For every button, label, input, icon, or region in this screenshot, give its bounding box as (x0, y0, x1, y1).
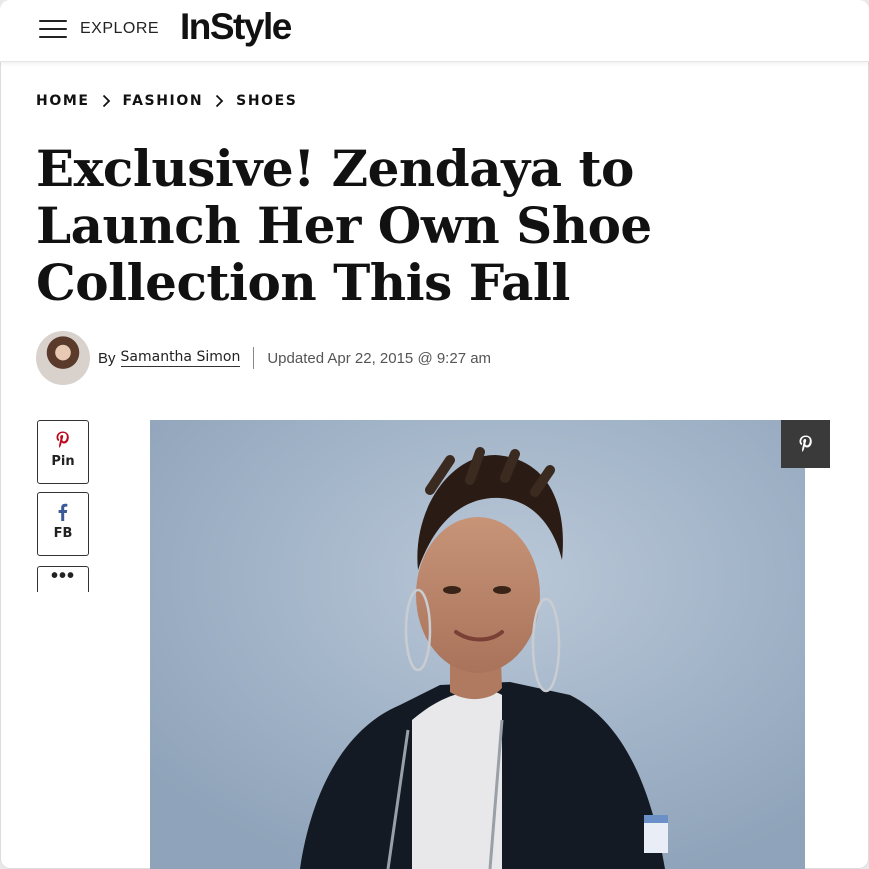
more-share-button[interactable]: ••• (37, 566, 89, 592)
image-pin-button[interactable] (781, 420, 830, 468)
instyle-logo[interactable]: InStyle (180, 6, 292, 48)
hamburger-icon[interactable] (39, 20, 67, 40)
chevron-right-icon (215, 94, 224, 108)
breadcrumb-shoes[interactable]: SHOES (236, 93, 297, 109)
author-link[interactable]: Samantha Simon (120, 349, 241, 367)
pinterest-icon (799, 435, 812, 452)
byline-divider (253, 347, 255, 369)
pin-label: Pin (51, 454, 75, 469)
breadcrumb: HOME FASHION SHOES (36, 93, 298, 109)
facebook-share-button[interactable]: FB (37, 492, 89, 556)
more-dots-icon: ••• (50, 566, 75, 587)
fb-label: FB (53, 526, 73, 541)
breadcrumb-home[interactable]: HOME (36, 93, 90, 109)
author-avatar[interactable] (36, 331, 90, 385)
pinterest-icon (53, 430, 73, 450)
byline-prefix: By (98, 349, 116, 367)
explore-menu-label[interactable]: EXPLORE (80, 20, 159, 38)
facebook-icon (53, 502, 73, 522)
byline: By Samantha Simon Updated Apr 22, 2015 @… (36, 331, 491, 385)
breadcrumb-fashion[interactable]: FASHION (123, 93, 204, 109)
page: EXPLORE InStyle HOME FASHION SHOES Exclu… (0, 0, 869, 869)
chevron-right-icon (102, 94, 111, 108)
hero-image (150, 420, 805, 869)
pin-share-button[interactable]: Pin (37, 420, 89, 484)
site-header: EXPLORE InStyle (0, 0, 869, 62)
updated-timestamp: Updated Apr 22, 2015 @ 9:27 am (267, 349, 492, 367)
article-title: Exclusive! Zendaya to Launch Her Own Sho… (36, 139, 652, 312)
